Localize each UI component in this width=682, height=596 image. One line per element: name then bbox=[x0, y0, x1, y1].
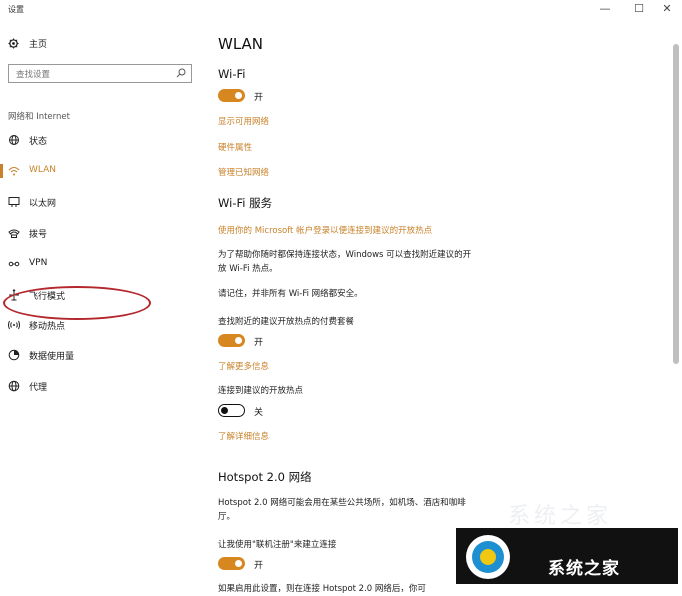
sidebar-item-proxy[interactable]: 代理 bbox=[0, 375, 200, 397]
hardware-properties-link[interactable]: 硬件属性 bbox=[218, 141, 252, 153]
ethernet-icon bbox=[8, 197, 20, 207]
manage-known-networks-link[interactable]: 管理已知网络 bbox=[218, 166, 269, 178]
scrollbar[interactable] bbox=[673, 44, 679, 364]
maximize-button[interactable]: ☐ bbox=[624, 0, 654, 20]
close-button[interactable]: ✕ bbox=[652, 0, 682, 20]
details-link[interactable]: 了解详细信息 bbox=[218, 430, 269, 442]
watermark-badge: 系统之家 bbox=[454, 526, 680, 586]
online-signup-toggle-state: 开 bbox=[254, 561, 264, 571]
data-usage-icon bbox=[8, 349, 20, 361]
minimize-button[interactable]: — bbox=[590, 0, 620, 20]
sidebar-item-data-usage[interactable]: 数据使用量 bbox=[0, 344, 200, 366]
suggested-hotspots-toggle-state: 关 bbox=[254, 408, 264, 418]
globe-status-icon bbox=[9, 135, 19, 145]
home-link[interactable]: 主页 bbox=[8, 37, 47, 50]
sidebar-item-label: VPN bbox=[29, 258, 48, 268]
page-title: WLAN bbox=[218, 35, 264, 53]
wifi-service-description-line1: 为了帮助你随时都保持连接状态，Windows 可以查找附近建议的开 bbox=[218, 250, 472, 260]
wifi-toggle[interactable] bbox=[218, 89, 245, 102]
phone-icon bbox=[8, 229, 20, 238]
sidebar-item-status[interactable]: 状态 bbox=[0, 129, 200, 151]
window-title: 设置 bbox=[8, 5, 24, 14]
wifi-icon bbox=[8, 167, 20, 176]
wifi-service-heading: Wi-Fi 服务 bbox=[218, 196, 273, 210]
wifi-service-description-line2: 放 Wi-Fi 热点。 bbox=[218, 264, 278, 274]
suggested-hotspots-toggle[interactable] bbox=[218, 404, 245, 417]
paid-plans-toggle-state: 开 bbox=[254, 338, 264, 348]
show-available-networks-link[interactable]: 显示可用网络 bbox=[218, 115, 269, 127]
hotspot-icon bbox=[8, 320, 20, 330]
security-reminder: 请记住，并非所有 Wi-Fi 网络都安全。 bbox=[218, 289, 363, 299]
paid-plans-toggle[interactable] bbox=[218, 334, 245, 347]
hotspot20-heading: Hotspot 2.0 网络 bbox=[218, 470, 312, 484]
search-box[interactable] bbox=[8, 64, 192, 83]
sidebar-item-label: 移动热点 bbox=[29, 322, 66, 332]
suggested-hotspots-label: 连接到建议的开放热点 bbox=[218, 386, 304, 396]
wifi-heading: Wi-Fi bbox=[218, 67, 246, 81]
sidebar-item-label: 以太网 bbox=[29, 199, 57, 209]
sidebar-item-label: 拨号 bbox=[29, 230, 48, 240]
sidebar-item-wlan[interactable]: WLAN bbox=[0, 160, 200, 182]
microsoft-signin-link[interactable]: 使用你的 Microsoft 帐户登录以便连接到建议的开放热点 bbox=[218, 224, 432, 236]
gear-icon bbox=[8, 38, 19, 49]
section-label: 网络和 Internet bbox=[8, 112, 70, 122]
watermark-text: 系统之家 bbox=[548, 559, 620, 579]
home-label: 主页 bbox=[29, 40, 48, 50]
wifi-toggle-state: 开 bbox=[254, 93, 264, 103]
sidebar-item-ethernet[interactable]: 以太网 bbox=[0, 191, 200, 213]
sidebar-item-dialup[interactable]: 拨号 bbox=[0, 222, 200, 244]
search-input[interactable] bbox=[14, 66, 178, 83]
learn-more-link[interactable]: 了解更多信息 bbox=[218, 360, 269, 372]
sidebar-item-label: WLAN bbox=[29, 165, 57, 175]
highlight-annotation bbox=[3, 286, 151, 320]
sidebar-item-label: 代理 bbox=[29, 383, 48, 393]
watermark-logo-icon bbox=[466, 535, 510, 579]
paid-plans-label: 查找附近的建议开放热点的付费套餐 bbox=[218, 317, 355, 327]
vpn-icon bbox=[8, 261, 20, 267]
sidebar-item-label: 数据使用量 bbox=[29, 352, 75, 362]
search-icon[interactable] bbox=[176, 68, 186, 78]
title-bar: 设置 — ☐ ✕ bbox=[0, 0, 682, 22]
sidebar-item-vpn[interactable]: VPN bbox=[0, 253, 200, 275]
sidebar-item-label: 状态 bbox=[29, 137, 48, 147]
active-indicator bbox=[0, 164, 3, 178]
watermark: 系统之家 系统之家 bbox=[448, 498, 682, 593]
globe-proxy-icon bbox=[8, 380, 20, 392]
online-signup-toggle[interactable] bbox=[218, 557, 245, 570]
